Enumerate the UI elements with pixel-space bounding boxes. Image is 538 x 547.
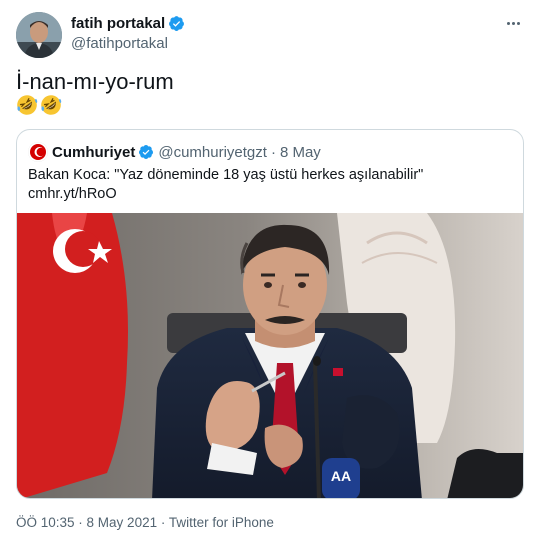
rolling-on-floor-laughing-icon bbox=[41, 95, 62, 115]
quoted-author-name[interactable]: Cumhuriyet bbox=[52, 144, 135, 161]
quoted-text-line: Bakan Koca: "Yaz döneminde 18 yaş üstü h… bbox=[28, 167, 424, 183]
quoted-tweet-image[interactable]: AA bbox=[17, 213, 523, 498]
tweet-emojis bbox=[16, 94, 62, 118]
dot bbox=[516, 21, 520, 25]
verified-badge-icon bbox=[169, 16, 185, 31]
author-handle[interactable]: @fatihportakal bbox=[71, 35, 185, 52]
quoted-link[interactable]: cmhr.yt/hRoO bbox=[28, 185, 516, 204]
author-name[interactable]: fatih portakal bbox=[71, 15, 165, 32]
rolling-on-floor-laughing-icon bbox=[17, 95, 38, 115]
author-avatar[interactable] bbox=[16, 12, 62, 58]
separator-dot: · bbox=[270, 143, 276, 161]
quoted-author-handle[interactable]: @cumhuriyetgzt bbox=[158, 144, 267, 161]
quoted-tweet-text: Bakan Koca: "Yaz döneminde 18 yaş üstü h… bbox=[28, 166, 516, 204]
tweet-time[interactable]: ÖÖ 10:35 bbox=[16, 515, 75, 530]
quoted-tweet[interactable]: Cumhuriyet @cumhuriyetgzt · 8 May Bakan … bbox=[16, 129, 524, 499]
news-photo-icon: AA bbox=[17, 213, 523, 498]
tweet-text: İ-nan-mı-yo-rum bbox=[16, 69, 174, 94]
quoted-tweet-date[interactable]: 8 May bbox=[280, 144, 321, 161]
tweet-metadata: ÖÖ 10:35 · 8 May 2021 · Twitter for iPho… bbox=[16, 515, 274, 530]
dot bbox=[506, 21, 510, 25]
quoted-tweet-header: Cumhuriyet @cumhuriyetgzt · 8 May bbox=[28, 142, 321, 162]
author-block: fatih portakal @fatihportakal bbox=[71, 14, 185, 52]
tweet: fatih portakal @fatihportakal İ-nan-mı-y… bbox=[0, 0, 538, 547]
more-icon[interactable] bbox=[502, 14, 524, 32]
svg-text:AA: AA bbox=[331, 468, 351, 484]
verified-badge-icon bbox=[139, 145, 154, 159]
tweet-source[interactable]: Twitter for iPhone bbox=[169, 515, 274, 530]
separator-dot: · bbox=[74, 515, 87, 530]
tweet-date[interactable]: 8 May 2021 bbox=[87, 515, 158, 530]
separator-dot: · bbox=[157, 515, 169, 530]
cumhuriyet-logo-icon[interactable] bbox=[28, 142, 48, 162]
dot bbox=[511, 21, 515, 25]
avatar-photo-icon bbox=[16, 12, 62, 58]
